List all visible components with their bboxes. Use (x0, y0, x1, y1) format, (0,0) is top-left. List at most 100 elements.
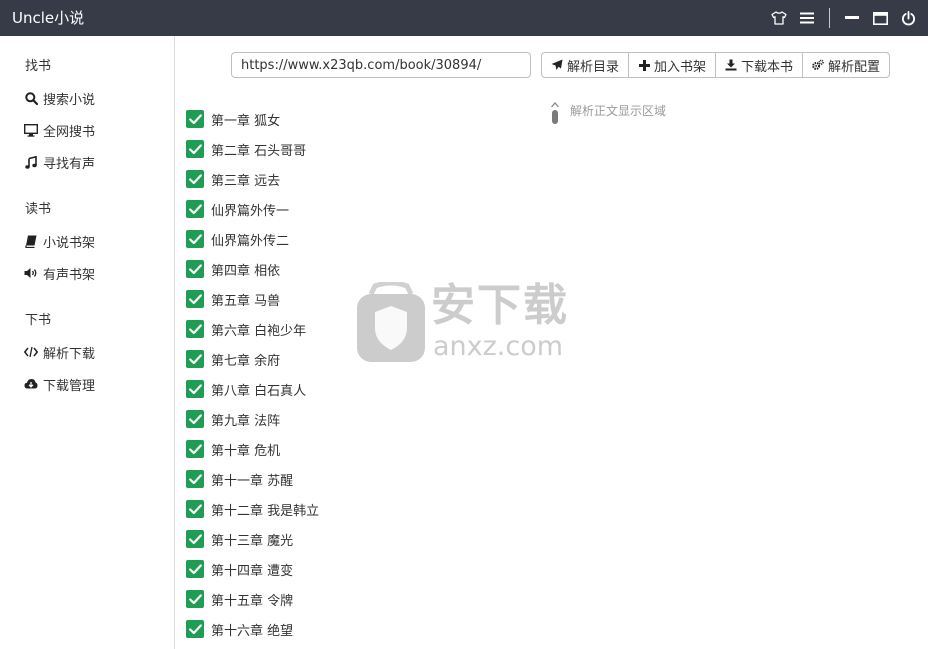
watermark-text: 安下载 (431, 280, 569, 331)
chapter-item[interactable]: 第十六章 绝望 (186, 614, 526, 644)
sidebar-item-label: 有声书架 (43, 267, 96, 283)
checkbox-checked-icon[interactable] (186, 230, 204, 248)
sidebar-item-parse-download[interactable]: 解析下载 (24, 341, 95, 363)
chapter-title: 第七章 余府 (211, 353, 281, 369)
book-icon (24, 234, 38, 248)
sidebar-item-novel-shelf[interactable]: 小说书架 (24, 230, 95, 252)
chapter-title: 第六章 白袍少年 (211, 323, 307, 339)
add-to-shelf-button[interactable]: 加入书架 (628, 52, 717, 78)
section-title-download: 下书 (25, 313, 52, 328)
sidebar-item-label: 全网搜书 (43, 124, 96, 140)
sidebar-item-download-manager[interactable]: 下载管理 (24, 373, 95, 395)
chapter-item[interactable]: 第十五章 令牌 (186, 584, 526, 614)
checkbox-checked-icon[interactable] (186, 140, 204, 158)
window-controls (765, 0, 928, 36)
checkbox-checked-icon[interactable] (186, 530, 204, 548)
section-title-read: 读书 (25, 202, 52, 217)
scroll-up-icon[interactable] (550, 98, 560, 108)
button-label: 解析配置 (828, 59, 881, 75)
checkbox-checked-icon[interactable] (186, 410, 204, 428)
music-icon (24, 155, 38, 169)
chapter-item[interactable]: 第三章 远去 (186, 164, 526, 194)
gears-icon (812, 59, 824, 71)
download-book-button[interactable]: 下载本书 (715, 52, 804, 78)
toolbar-button-group: 解析目录 加入书架 下载本书 解析配置 (541, 52, 891, 78)
checkbox-checked-icon[interactable] (186, 560, 204, 578)
checkbox-checked-icon[interactable] (186, 380, 204, 398)
chapter-title: 第五章 马兽 (211, 293, 281, 309)
chapter-list: 第一章 狐女第二章 石头哥哥第三章 远去仙界篇外传一 仙界篇外传二 第四章 相依 第五… (186, 104, 526, 644)
checkbox-checked-icon[interactable] (186, 350, 204, 368)
chapter-title: 仙界篇外传二 (211, 233, 290, 249)
chapter-item[interactable]: 第九章 法阵 (186, 404, 526, 434)
checkbox-checked-icon[interactable] (186, 110, 204, 128)
chapter-item[interactable]: 第十章 危机 (186, 434, 526, 464)
sidebar-item-audio-shelf[interactable]: 有声书架 (24, 262, 95, 284)
checkbox-checked-icon[interactable] (186, 170, 204, 188)
shirt-icon[interactable] (765, 0, 793, 36)
sidebar-item-label: 小说书架 (43, 235, 96, 251)
chapter-item[interactable]: 第十二章 我是韩立 (186, 494, 526, 524)
chapter-item[interactable]: 第十一章 苏醒 (186, 464, 526, 494)
sidebar-item-web-search[interactable]: 全网搜书 (24, 119, 95, 141)
menu-icon[interactable] (793, 0, 821, 36)
content-display-area: 解析正文显示区域 (548, 96, 908, 649)
chapter-title: 第十四章 遭变 (211, 563, 294, 579)
chapter-title: 第十一章 苏醒 (211, 473, 294, 489)
checkbox-checked-icon[interactable] (186, 470, 204, 488)
chapter-title: 第十六章 绝望 (211, 623, 294, 639)
content-placeholder-text: 解析正文显示区域 (570, 104, 667, 118)
url-input[interactable] (231, 52, 531, 78)
chapter-item[interactable]: 仙界篇外传二 (186, 224, 526, 254)
parse-config-button[interactable]: 解析配置 (802, 52, 891, 78)
checkbox-checked-icon[interactable] (186, 590, 204, 608)
power-icon[interactable] (894, 0, 922, 36)
chapter-title: 第二章 石头哥哥 (211, 143, 307, 159)
sidebar-item-label: 搜索小说 (43, 92, 96, 108)
cloud-download-icon (24, 377, 38, 391)
chapter-item[interactable]: 仙界篇外传一 (186, 194, 526, 224)
sidebar-item-label: 下载管理 (43, 378, 96, 394)
button-label: 解析目录 (567, 59, 620, 75)
download-icon (725, 59, 737, 71)
chapter-title: 第十二章 我是韩立 (211, 503, 320, 519)
titlebar-divider (829, 8, 830, 28)
checkbox-checked-icon[interactable] (186, 260, 204, 278)
button-label: 下载本书 (741, 59, 794, 75)
chapter-title: 仙界篇外传一 (211, 203, 290, 219)
parse-catalog-button[interactable]: 解析目录 (541, 52, 630, 78)
checkbox-checked-icon[interactable] (186, 320, 204, 338)
monitor-icon (24, 123, 38, 137)
chapter-title: 第一章 狐女 (211, 113, 281, 129)
chapter-item[interactable]: 第二章 石头哥哥 (186, 134, 526, 164)
sidebar-item-label: 寻找有声 (43, 156, 96, 172)
button-label: 加入书架 (654, 59, 707, 75)
checkbox-checked-icon[interactable] (186, 620, 204, 638)
chapter-item[interactable]: 第八章 白石真人 (186, 374, 526, 404)
code-icon (24, 345, 38, 359)
checkbox-checked-icon[interactable] (186, 200, 204, 218)
minimize-icon[interactable] (838, 0, 866, 36)
scroll-down-icon[interactable] (550, 644, 560, 649)
section-title-find: 找书 (25, 59, 52, 74)
chapter-item[interactable]: 第一章 狐女 (186, 104, 526, 134)
sidebar-item-search-novel[interactable]: 搜索小说 (24, 87, 95, 109)
chapter-title: 第十三章 魔光 (211, 533, 294, 549)
volume-icon (24, 266, 38, 280)
maximize-icon[interactable] (866, 0, 894, 36)
send-icon (551, 59, 563, 71)
chapter-title: 第十章 危机 (211, 443, 281, 459)
chapter-title: 第四章 相依 (211, 263, 281, 279)
title-bar: Uncle小说 (0, 0, 928, 36)
sidebar: 找书 搜索小说 全网搜书 寻找有声 读书 小说书架 有声书架 下书 解析下载 下… (0, 36, 175, 649)
sidebar-item-find-audio[interactable]: 寻找有声 (24, 151, 95, 173)
sidebar-item-label: 解析下载 (43, 346, 96, 362)
chapter-item[interactable]: 第十四章 遭变 (186, 554, 526, 584)
chapter-title: 第八章 白石真人 (211, 383, 307, 399)
chapter-item[interactable]: 第十三章 魔光 (186, 524, 526, 554)
scrollbar-thumb[interactable] (552, 110, 558, 124)
checkbox-checked-icon[interactable] (186, 500, 204, 518)
checkbox-checked-icon[interactable] (186, 290, 204, 308)
watermark: 安下载 anxz.com (355, 280, 575, 364)
checkbox-checked-icon[interactable] (186, 440, 204, 458)
